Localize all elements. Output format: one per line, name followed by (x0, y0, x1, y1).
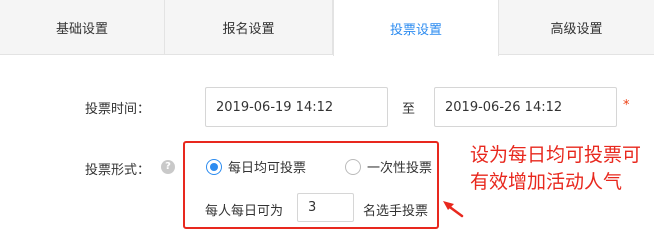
tab-vote-settings[interactable]: 投票设置 (333, 0, 499, 56)
vote-end-time-input[interactable] (434, 87, 617, 127)
vote-start-time-input[interactable] (205, 87, 388, 127)
settings-tabs: 基础设置 报名设置 投票设置 高级设置 (0, 0, 654, 56)
question-icon[interactable]: ? (161, 160, 175, 174)
vote-time-label: 投票时间： (85, 102, 151, 117)
radio-daily-vote-label: 每日均可投票 (228, 161, 307, 176)
radio-daily-vote[interactable]: 每日均可投票 (206, 157, 306, 176)
annotation-arrow-icon (443, 201, 464, 218)
vote-form-label: 投票形式： (85, 163, 151, 178)
tab-basic-settings[interactable]: 基础设置 (0, 0, 165, 55)
radio-one-time-vote-label: 一次性投票 (367, 161, 433, 176)
radio-unchecked-icon[interactable] (345, 158, 361, 175)
required-mark: * (623, 98, 630, 113)
tab-advanced-settings[interactable]: 高级设置 (499, 0, 654, 55)
radio-checked-icon[interactable] (206, 158, 222, 175)
votes-per-day-input[interactable] (297, 193, 354, 222)
per-day-prefix-label: 每人每日可为 (205, 204, 284, 219)
annotation-note: 设为每日均可投票可有效增加活动人气 (470, 144, 642, 193)
per-day-suffix-label: 名选手投票 (363, 204, 429, 219)
tab-signup-settings[interactable]: 报名设置 (165, 0, 333, 55)
date-range-separator: 至 (402, 102, 416, 117)
radio-one-time-vote[interactable]: 一次性投票 (345, 157, 432, 176)
